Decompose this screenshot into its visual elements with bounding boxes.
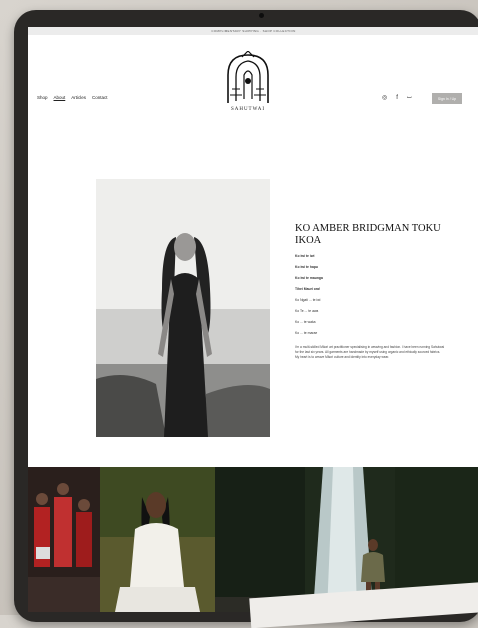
sign-in-button[interactable]: Sign In / Up <box>432 93 462 104</box>
bio-line: Ko Te ... te awa <box>295 309 319 313</box>
bio-heading: KO AMBER BRIDGMAN TOKU IKOA <box>295 223 441 246</box>
social-icons: ◎ f ⌴ <box>382 94 412 101</box>
nav-link-shop[interactable]: Shop <box>37 95 48 100</box>
brand-name: SAHUTWAI <box>230 107 266 112</box>
website-screen: COMPLIMENTARY SHIPPING · SHOP COLLECTION… <box>28 27 478 612</box>
nav-link-contact[interactable]: Contact <box>92 95 108 100</box>
nav-link-about[interactable]: About <box>54 95 66 100</box>
brand-logo[interactable] <box>222 51 274 109</box>
bio-line: Ko iwi te hapu <box>295 265 318 269</box>
bio-section: KO AMBER BRIDGMAN TOKU IKOA Ko iwi te iw… <box>295 223 445 360</box>
nav-link-articles[interactable]: Articles <box>71 95 86 100</box>
bio-line: Ko ... te marae <box>295 331 318 335</box>
gallery-photo-performers[interactable] <box>28 467 100 612</box>
instagram-icon[interactable]: ◎ <box>382 94 387 101</box>
nav-links: Shop About Articles Contact <box>37 95 108 100</box>
gallery-photo-white-outfit[interactable] <box>100 467 215 612</box>
bio-line: Ko iwi te iwi <box>295 254 315 258</box>
facebook-icon[interactable]: f <box>396 95 398 101</box>
tablet-frame: COMPLIMENTARY SHIPPING · SHOP COLLECTION… <box>14 10 478 622</box>
announcement-banner[interactable]: COMPLIMENTARY SHIPPING · SHOP COLLECTION <box>28 27 478 35</box>
portrait-photo <box>96 179 270 437</box>
site-header: Shop About Articles Contact SAHUTWAI ◎ f… <box>28 37 478 117</box>
camera-icon <box>259 13 264 18</box>
bio-line: Ko iwi te maunga <box>295 276 323 280</box>
cart-icon[interactable]: ⌴ <box>407 94 412 101</box>
bio-line: Tihei Mauri ora! <box>295 287 321 291</box>
bio-line: Ko ... te waka <box>295 320 316 324</box>
bio-line: Ko Ngati ... te iwi <box>295 298 321 302</box>
bio-paragraph: I'm a multi-skilled Māori art practition… <box>295 345 445 359</box>
